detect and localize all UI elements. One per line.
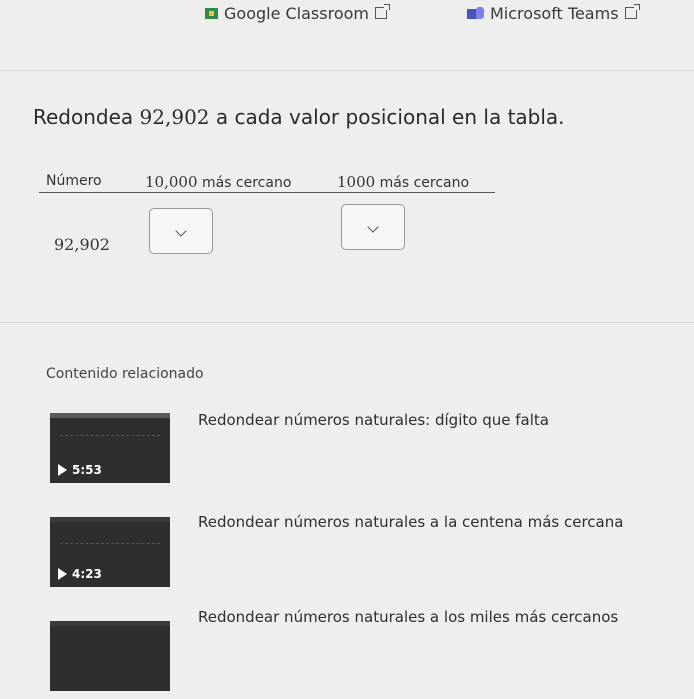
column-header-ten-thousand: 10,000 más cercano [145,173,291,191]
related-video-item[interactable]: Redondear números naturales a los miles … [0,608,694,699]
table-header-rule [39,192,495,193]
related-video-item[interactable]: 4:23 Redondear números naturales a la ce… [0,513,694,595]
video-duration: 5:53 [58,463,102,477]
play-icon [58,568,67,580]
duration-text: 5:53 [72,463,102,477]
duration-text: 4:23 [72,567,102,581]
video-thumbnail[interactable]: 4:23 [50,517,170,587]
play-icon [58,464,67,476]
external-link-icon [375,3,390,19]
divider [0,322,694,323]
thousand-dropdown[interactable] [341,204,405,250]
column-header-suffix: más cercano [375,175,470,191]
prompt-number: 92,902 [139,105,210,129]
related-video-item[interactable]: 5:53 Redondear números naturales: dígito… [0,410,694,490]
question-prompt: Redondea 92,902 a cada valor posicional … [33,105,565,129]
google-classroom-label: Google Classroom [224,4,369,23]
video-title[interactable]: Redondear números naturales: dígito que … [198,411,549,429]
column-header-value: 1000 [337,173,376,191]
column-header-number: Número [46,173,102,189]
share-bar: Google Classroom Microsoft Teams [0,0,694,40]
related-content-heading: Contenido relacionado [46,366,204,382]
video-thumbnail[interactable]: 5:53 [50,413,170,483]
microsoft-teams-link[interactable]: Microsoft Teams [467,3,640,23]
divider [0,70,694,71]
microsoft-teams-label: Microsoft Teams [490,4,619,23]
google-classroom-icon [205,8,218,19]
google-classroom-link[interactable]: Google Classroom [205,3,390,23]
row-number-value: 92,902 [54,235,110,254]
external-link-icon [624,3,640,19]
video-thumbnail[interactable] [50,621,170,691]
microsoft-teams-icon [467,6,484,21]
chevron-down-icon [367,221,379,233]
column-header-suffix: más cercano [197,175,292,191]
chevron-down-icon [175,225,187,237]
prompt-text: Redondea [33,105,140,129]
ten-thousand-dropdown[interactable] [149,208,213,254]
prompt-text: a cada valor posicional en la tabla. [209,105,565,129]
video-title[interactable]: Redondear números naturales a los miles … [198,608,618,626]
column-header-thousand: 1000 más cercano [337,173,469,191]
video-title[interactable]: Redondear números naturales a la centena… [198,513,623,531]
video-duration: 4:23 [58,567,102,581]
column-header-value: 10,000 [145,173,198,191]
